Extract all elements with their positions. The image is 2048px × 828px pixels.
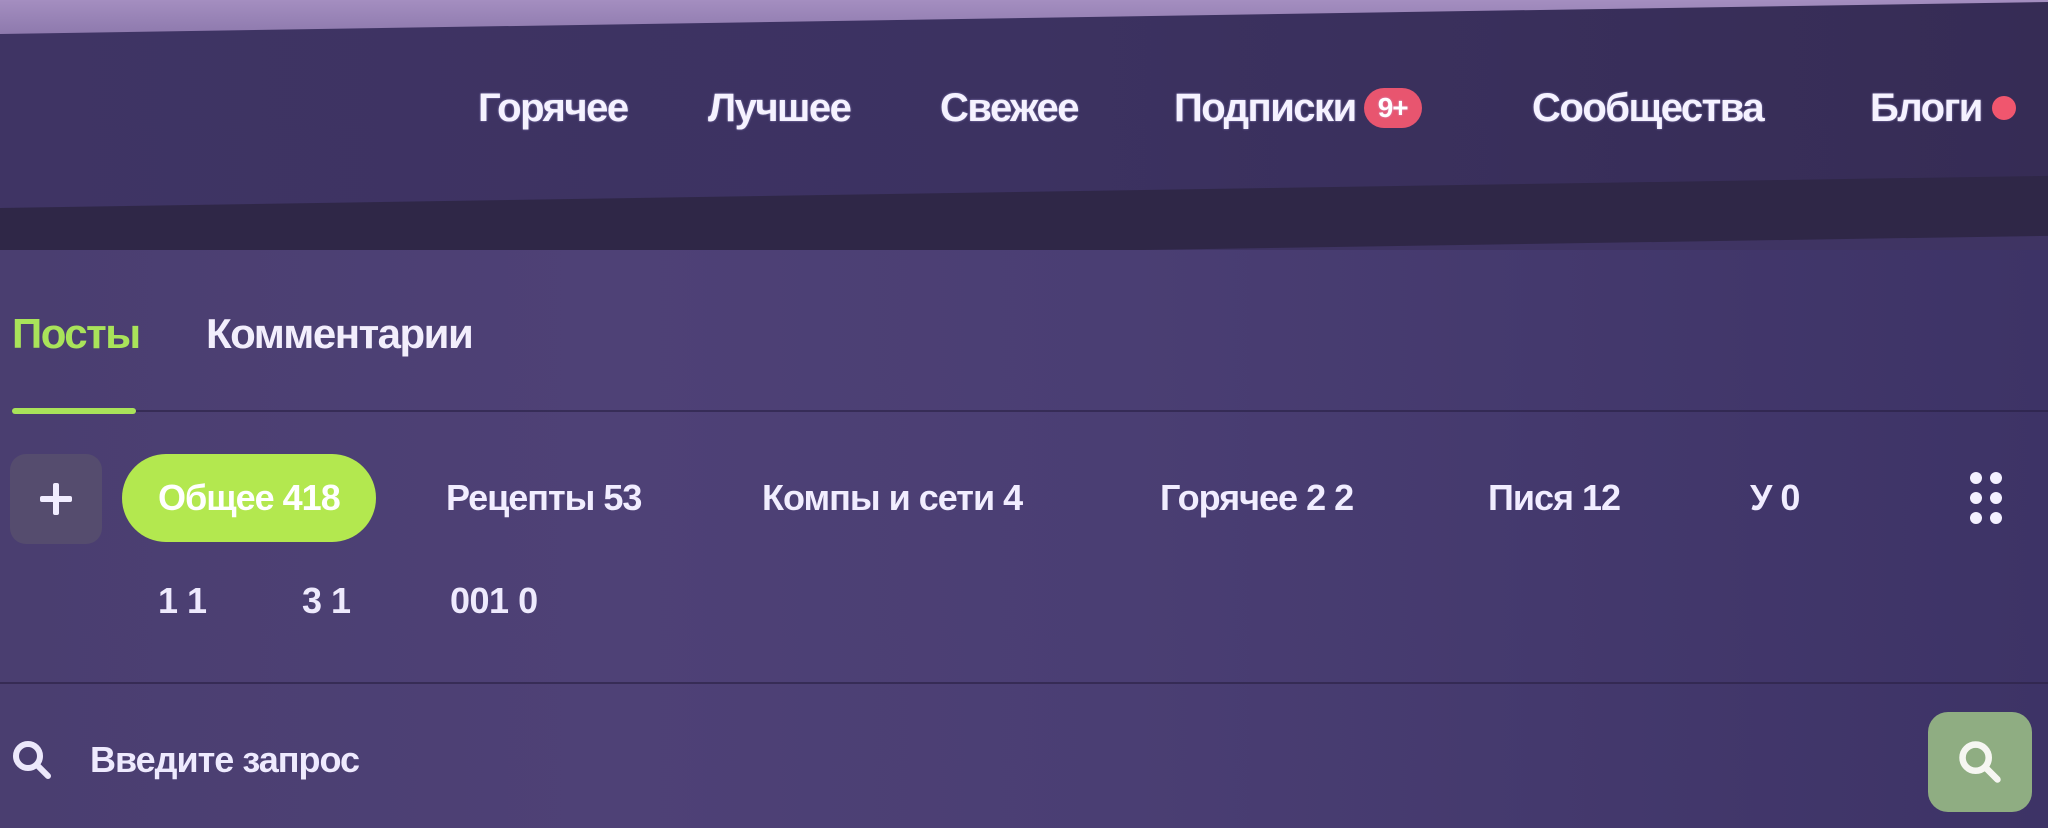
tag-chip-label: Горячее 2 2 [1160,477,1354,518]
tag-chip-label: 3 1 [302,580,351,621]
profile-content: Посты Комментарии Общее 418 Рецепты 53 К… [0,250,2048,828]
search-submit-button[interactable] [1928,712,2032,812]
tag-chip-u[interactable]: У 0 [1750,454,1800,542]
nav-subscriptions[interactable]: Подписки 9+ [1174,78,1422,138]
plus-icon [40,483,72,515]
tag-chip-001-0[interactable]: 001 0 [450,580,538,622]
subscriptions-badge: 9+ [1363,88,1422,128]
search-icon [1959,741,2001,783]
active-tab-indicator [12,408,136,414]
tag-chip-label: Общее 418 [158,477,341,518]
filters-divider [0,682,2048,684]
tag-filters-row-2: 1 1 3 1 001 0 [0,580,2048,640]
nav-hot[interactable]: Горячее [478,78,629,138]
tab-posts-label: Посты [12,310,141,357]
search-bar [0,710,2048,812]
nav-fresh-label: Свежее [940,85,1080,130]
tab-posts[interactable]: Посты [12,310,141,358]
tag-chip-pisya[interactable]: Пися 12 [1488,454,1621,542]
tag-chip-label: 1 1 [158,580,207,621]
tag-chip-hot[interactable]: Горячее 2 2 [1160,454,1354,542]
tag-chip-label: Пися 12 [1488,477,1621,518]
nav-blogs-label: Блоги [1870,85,1983,130]
tag-filters: Общее 418 Рецепты 53 Компы и сети 4 Горя… [0,446,2048,544]
tag-chip-1-1[interactable]: 1 1 [158,580,207,622]
tag-chip-label: У 0 [1750,477,1800,518]
tag-chip-recipes[interactable]: Рецепты 53 [446,454,642,542]
tab-comments[interactable]: Комментарии [206,310,474,358]
nav-blogs[interactable]: Блоги [1870,78,2016,138]
search-input[interactable] [90,730,1890,790]
content-tabs: Посты Комментарии [0,310,2048,400]
more-tags-button[interactable] [1964,466,2012,530]
top-header: Горячее Лучшее Свежее Подписки 9+ Сообще… [0,0,2048,210]
blogs-notification-dot [1991,96,2016,120]
nav-best[interactable]: Лучшее [708,78,852,138]
tabs-divider [136,410,2048,412]
nav-best-label: Лучшее [708,85,852,130]
main-nav: Горячее Лучшее Свежее Подписки 9+ Сообще… [0,78,2048,138]
tag-chip-general[interactable]: Общее 418 [122,454,376,542]
nav-fresh[interactable]: Свежее [940,78,1080,138]
nav-communities[interactable]: Сообщества [1532,78,1765,138]
search-icon [13,741,51,779]
nav-subscriptions-label: Подписки [1174,85,1357,130]
nav-communities-label: Сообщества [1532,85,1765,130]
nav-hot-label: Горячее [478,85,629,130]
tag-chip-label: Компы и сети 4 [762,477,1023,518]
tag-chip-label: Рецепты 53 [446,477,642,518]
tag-chip-label: 001 0 [450,580,538,621]
tag-chip-computers[interactable]: Компы и сети 4 [762,454,1023,542]
grid-dots-icon [1970,472,2002,524]
tab-comments-label: Комментарии [206,310,474,357]
add-tag-button[interactable] [10,454,102,544]
tag-chip-3-1[interactable]: 3 1 [302,580,351,622]
